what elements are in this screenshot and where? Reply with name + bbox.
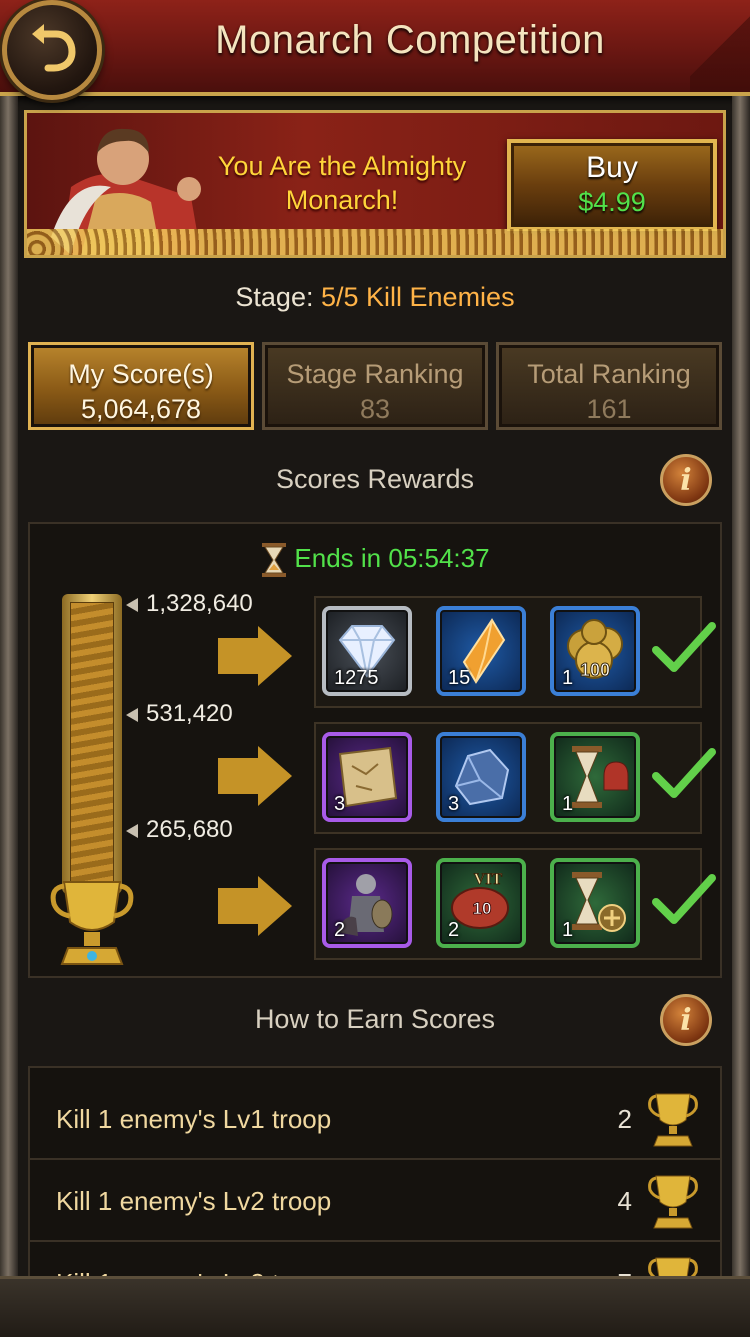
- reward-item[interactable]: 1: [550, 858, 640, 948]
- footer-frame: [0, 1276, 750, 1337]
- buy-button[interactable]: Buy $4.99: [507, 139, 717, 231]
- earn-action: Kill 1 enemy's Lv2 troop: [56, 1186, 332, 1216]
- threshold-marker: 531,420: [126, 700, 233, 728]
- trophy-icon: [648, 1257, 698, 1276]
- earn-action: Kill 1 enemy's Lv3 troop: [56, 1268, 331, 1276]
- chevron-right-icon: [218, 626, 292, 686]
- earn-action: Kill 1 enemy's Lv1 troop: [56, 1104, 332, 1134]
- tab-my-scores[interactable]: My Score(s) 5,064,678: [28, 342, 254, 430]
- item-quantity: 2: [448, 919, 460, 941]
- list-item: Kill 1 enemy's Lv1 troop 2: [30, 1080, 720, 1160]
- reward-item[interactable]: 3: [322, 732, 412, 822]
- tab-stage-ranking[interactable]: Stage Ranking 83: [262, 342, 488, 430]
- timer-text: Ends in 05:54:37: [294, 542, 490, 573]
- back-button[interactable]: [2, 0, 102, 100]
- earn-points: 7: [618, 1268, 632, 1276]
- rewards-info-icon[interactable]: i: [660, 454, 712, 506]
- stage-value: 5/5 Kill Enemies: [320, 282, 515, 312]
- rewards-timer: Ends in 05:54:37: [0, 542, 750, 578]
- reward-item[interactable]: 3: [436, 732, 526, 822]
- tab-value: 5,064,678: [80, 394, 202, 424]
- header-bar: Monarch Competition: [0, 0, 750, 96]
- reward-item[interactable]: 1: [550, 732, 640, 822]
- threshold-marker: 1,328,640: [126, 590, 253, 618]
- reward-item[interactable]: 2: [322, 858, 412, 948]
- checkmark-icon: [652, 874, 716, 924]
- checkmark-icon: [652, 622, 716, 672]
- list-item: Kill 1 enemy's Lv2 troop 4: [30, 1162, 720, 1242]
- score-progress-fill: [70, 602, 114, 894]
- hourglass-icon: [262, 543, 287, 577]
- list-item: Kill 1 enemy's Lv3 troop 7: [30, 1244, 720, 1276]
- tab-label: Stage Ranking: [286, 359, 464, 389]
- earn-points: 2: [617, 1104, 632, 1134]
- stage-info: Stage: 5/5 Kill Enemies: [0, 282, 750, 313]
- buy-label: Buy: [586, 151, 638, 184]
- item-quantity: 1275: [334, 667, 379, 689]
- item-quantity: 3: [448, 793, 460, 815]
- checkmark-icon: [652, 748, 716, 798]
- item-quantity: 1: [562, 793, 574, 815]
- score-progress-bar: [62, 594, 122, 894]
- trophy-icon: [648, 1093, 698, 1147]
- threshold-marker: 265,680: [126, 816, 233, 844]
- earn-list: Kill 1 enemy's Lv1 troop 2 Kill 1 enemy'…: [28, 1066, 722, 1276]
- buy-price: $4.99: [578, 187, 646, 217]
- tab-label: My Score(s): [68, 359, 214, 389]
- banner-text: You Are the Almighty Monarch!: [217, 151, 467, 215]
- scores-rewards-title: Scores Rewards: [275, 464, 475, 494]
- earn-scores-title: How to Earn Scores: [254, 1004, 496, 1034]
- chevron-right-icon: [218, 746, 292, 806]
- item-quantity: 1: [562, 667, 574, 689]
- reward-item[interactable]: 100 1: [550, 606, 640, 696]
- svg-text:100: 100: [580, 660, 610, 680]
- earn-points: 4: [617, 1186, 632, 1216]
- trophy-icon: [648, 1175, 698, 1229]
- reward-item[interactable]: 15: [436, 606, 526, 696]
- reward-tier-row: 1275 15 100 1: [314, 596, 702, 708]
- item-quantity: 3: [334, 793, 346, 815]
- gold-pile-decoration: [27, 229, 723, 255]
- earn-info-icon[interactable]: i: [660, 994, 712, 1046]
- vit-label: VIT: [474, 871, 503, 888]
- tab-total-ranking[interactable]: Total Ranking 161: [496, 342, 722, 430]
- reward-tier-row: 3 3 1: [314, 722, 702, 834]
- promo-banner[interactable]: You Are the Almighty Monarch! Buy $4.99: [24, 110, 726, 258]
- tab-value: 83: [359, 394, 391, 424]
- trophy-icon: [50, 881, 134, 965]
- stage-label: Stage:: [235, 282, 314, 312]
- vit-amount: 10: [473, 899, 492, 918]
- item-quantity: 1: [562, 919, 574, 941]
- tab-value: 161: [586, 394, 632, 424]
- reward-item[interactable]: 1275: [322, 606, 412, 696]
- reward-tier-row: 2 VIT 10 2 1: [314, 848, 702, 960]
- reward-item[interactable]: VIT 10 2: [436, 858, 526, 948]
- item-quantity: 2: [334, 919, 346, 941]
- page-title: Monarch Competition: [215, 18, 605, 62]
- chevron-right-icon: [218, 876, 292, 936]
- item-quantity: 15: [448, 667, 471, 689]
- back-arrow-icon: [32, 24, 76, 72]
- tab-label: Total Ranking: [527, 359, 691, 389]
